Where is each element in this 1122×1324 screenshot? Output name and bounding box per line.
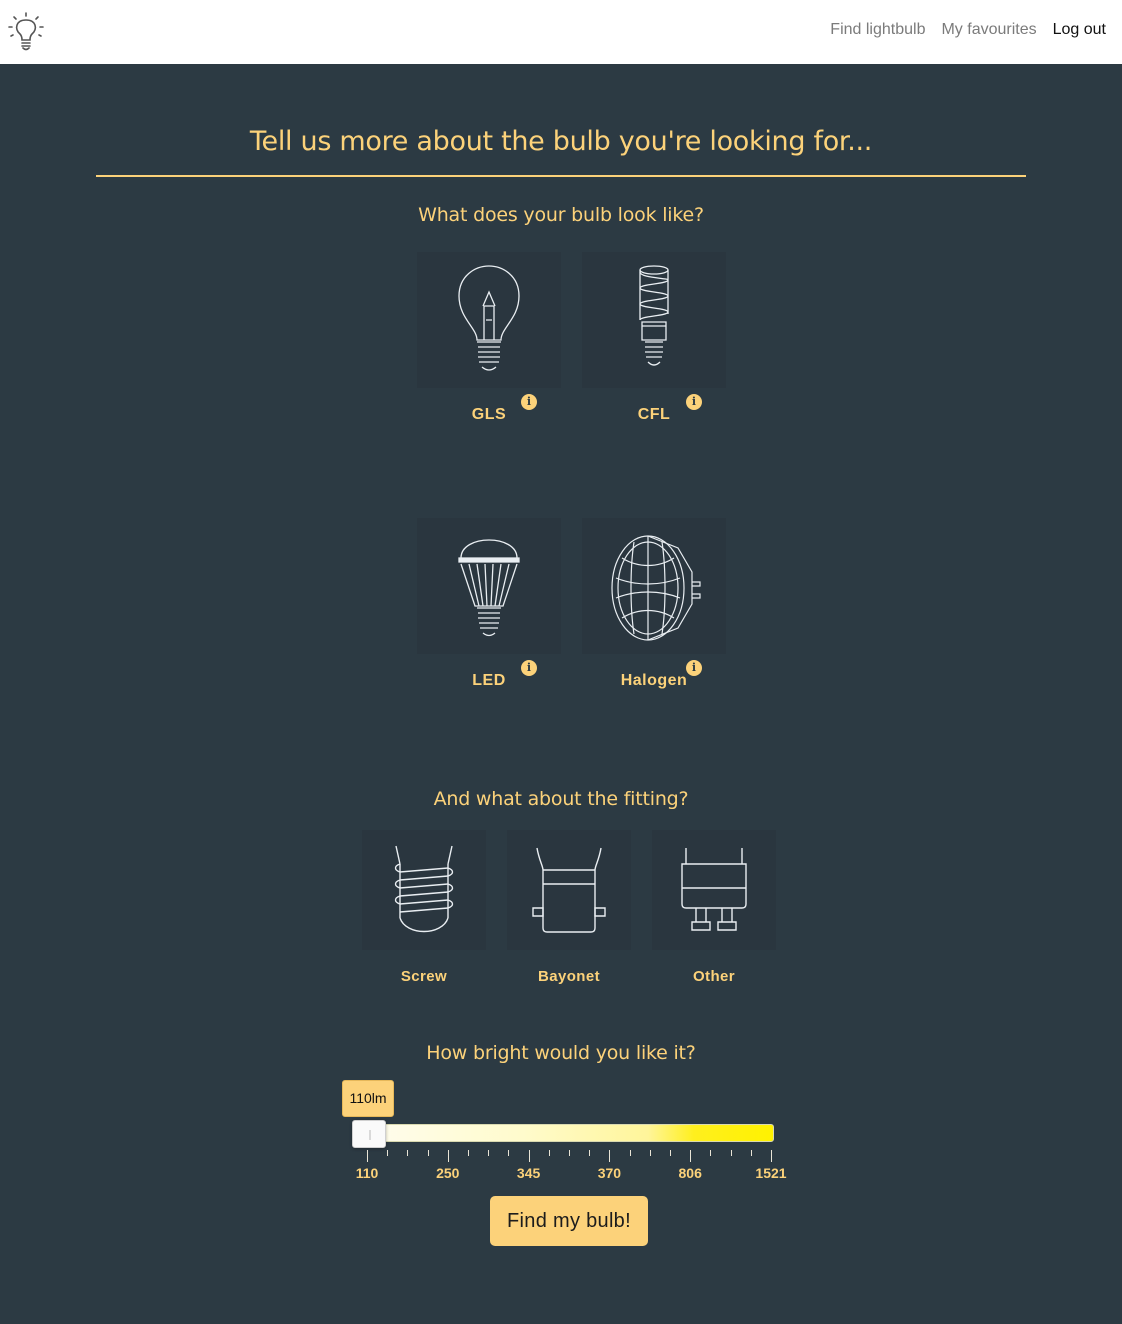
slider-major-tick	[367, 1150, 368, 1162]
cfl-bulb-icon	[639, 265, 669, 366]
screw-fitting-icon	[394, 845, 454, 933]
page-title: Tell us more about the bulb you're looki…	[249, 126, 873, 157]
slider-major-tick	[609, 1150, 611, 1162]
fitting-option-bayonet[interactable]: Bayonet	[507, 830, 631, 990]
led-label: LED	[472, 672, 506, 689]
screw-fitting-tile	[362, 830, 486, 950]
slider-minor-tick	[730, 1150, 732, 1156]
slider-scale-label: 110	[355, 1165, 379, 1181]
other-fitting-tile	[652, 830, 776, 950]
gls-bulb-tile	[417, 252, 561, 388]
bulb-option-halogen[interactable]: Halogen i	[582, 518, 726, 694]
led-bulb-tile	[417, 518, 561, 654]
fitting-question: And what about the fitting?	[433, 788, 689, 810]
slider-major-tick	[690, 1150, 692, 1162]
slider-scale-label: 345	[516, 1165, 541, 1181]
nav-log-out-link[interactable]: Log out	[1053, 21, 1106, 39]
slider-scale-label: 1521	[755, 1165, 787, 1181]
cfl-info-icon[interactable]: i	[686, 394, 702, 410]
find-my-bulb-button[interactable]: Find my bulb!	[490, 1196, 648, 1246]
brightness-slider-handle[interactable]	[352, 1120, 386, 1148]
gls-info-icon[interactable]: i	[521, 394, 537, 410]
slider-value-tooltip: 110lm	[342, 1080, 394, 1117]
slider-scale-label: 370	[597, 1165, 622, 1181]
slider-minor-tick	[569, 1150, 570, 1156]
fitting-option-screw[interactable]: Screw	[362, 830, 486, 990]
slider-minor-tick	[710, 1150, 712, 1156]
cfl-bulb-tile	[582, 252, 726, 388]
nav-links: Find lightbulb My favourites Log out	[830, 21, 1106, 39]
other-fitting-icon	[681, 848, 747, 931]
gls-label: GLS	[471, 406, 507, 423]
brightness-question: How bright would you like it?	[426, 1042, 696, 1064]
screw-label: Screw	[400, 968, 448, 985]
led-info-icon[interactable]: i	[521, 660, 537, 676]
slider-minor-tick	[488, 1150, 490, 1156]
lightbulb-icon[interactable]	[8, 12, 46, 52]
slider-major-tick	[528, 1150, 530, 1162]
navbar: Find lightbulb My favourites Log out	[0, 0, 1122, 64]
bulb-type-question: What does your bulb look like?	[418, 204, 704, 226]
slider-minor-tick	[589, 1150, 591, 1156]
bayonet-fitting-tile	[507, 830, 631, 950]
other-label: Other	[692, 968, 735, 985]
slider-minor-tick	[629, 1150, 631, 1156]
slider-minor-tick	[427, 1150, 429, 1156]
nav-find-lightbulb-link[interactable]: Find lightbulb	[830, 21, 925, 39]
slider-minor-tick	[468, 1150, 469, 1156]
slider-scale-label: 806	[678, 1165, 702, 1181]
bulb-option-led[interactable]: LED i	[417, 518, 561, 694]
nav-my-favourites-link[interactable]: My favourites	[941, 21, 1036, 39]
cfl-label: CFL	[637, 406, 671, 423]
halogen-bulb-tile	[582, 518, 726, 654]
brightness-slider-track[interactable]	[356, 1124, 774, 1142]
fitting-option-other[interactable]: Other	[652, 830, 776, 990]
slider-major-tick	[771, 1150, 772, 1162]
slider-minor-tick	[407, 1150, 409, 1156]
slider-minor-tick	[670, 1150, 671, 1156]
bayonet-fitting-icon	[532, 847, 606, 933]
bulb-option-gls[interactable]: GLS i	[417, 252, 561, 428]
bulb-option-cfl[interactable]: CFL i	[582, 252, 726, 428]
slider-major-tick	[447, 1150, 449, 1162]
slider-minor-tick	[548, 1150, 550, 1156]
slider-minor-tick	[387, 1150, 389, 1156]
halogen-bulb-icon	[611, 535, 701, 641]
slider-minor-tick	[649, 1150, 651, 1156]
gls-bulb-icon	[458, 265, 520, 371]
slider-minor-tick	[750, 1150, 752, 1156]
heading-divider	[96, 175, 1026, 177]
slider-scale-label: 250	[436, 1165, 460, 1181]
halogen-info-icon[interactable]: i	[686, 660, 702, 676]
slider-minor-tick	[508, 1150, 510, 1156]
led-bulb-icon	[458, 539, 520, 637]
halogen-label: Halogen	[620, 672, 688, 689]
bayonet-label: Bayonet	[538, 968, 600, 985]
